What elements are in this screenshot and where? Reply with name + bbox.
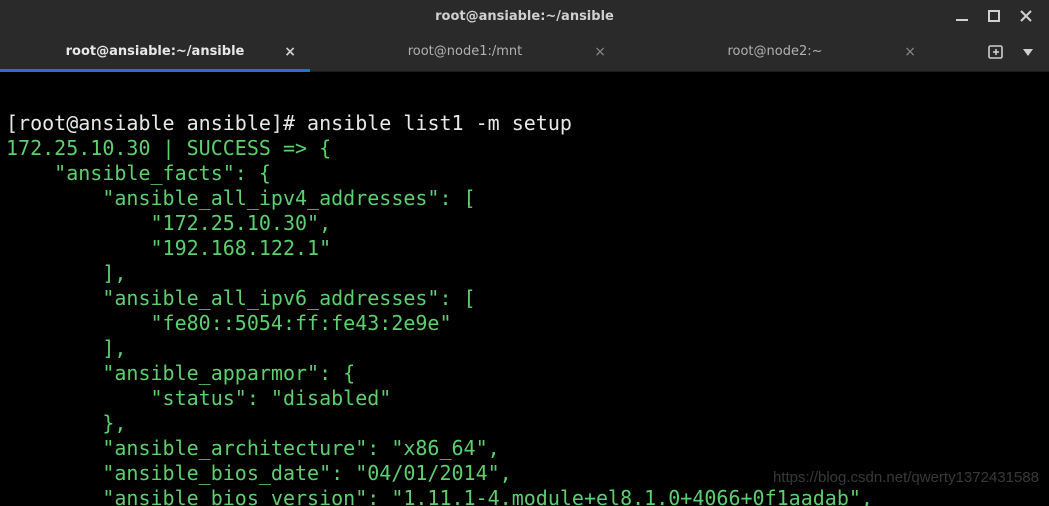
terminal-line: "status": "disabled" bbox=[6, 386, 391, 410]
terminal-line: "ansible_architecture": "x86_64", bbox=[6, 436, 500, 460]
terminal-line: "ansible_all_ipv6_addresses": [ bbox=[6, 286, 476, 310]
terminal-line: "fe80::5054:ff:fe43:2e9e" bbox=[6, 311, 452, 335]
maximize-button[interactable] bbox=[987, 9, 1001, 23]
terminal-line: 172.25.10.30 | SUCCESS => { bbox=[6, 136, 331, 160]
window-titlebar: root@ansiable:~/ansible bbox=[0, 0, 1049, 32]
minimize-button[interactable] bbox=[955, 9, 969, 23]
tab-node2[interactable]: root@node2:~ × bbox=[620, 32, 930, 71]
terminal-line: ], bbox=[6, 336, 126, 360]
tab-label: root@ansiable:~/ansible bbox=[66, 44, 245, 59]
new-tab-icon[interactable] bbox=[987, 43, 1005, 61]
close-button[interactable] bbox=[1019, 9, 1033, 23]
terminal-line: "ansible_facts": { bbox=[6, 161, 271, 185]
terminal-line: "ansible_bios_version": "1.11.1-4.module… bbox=[6, 486, 873, 506]
tab-node1[interactable]: root@node1:/mnt × bbox=[310, 32, 620, 71]
tab-close-icon[interactable]: × bbox=[284, 44, 296, 60]
tab-close-icon[interactable]: × bbox=[594, 44, 606, 60]
terminal-prompt: [root@ansiable ansible]# bbox=[6, 111, 307, 135]
tab-label: root@node2:~ bbox=[727, 44, 822, 59]
terminal-line: "ansible_all_ipv4_addresses": [ bbox=[6, 186, 476, 210]
terminal-output[interactable]: [root@ansiable ansible]# ansible list1 -… bbox=[0, 72, 1049, 506]
tab-bar: root@ansiable:~/ansible × root@node1:/mn… bbox=[0, 32, 1049, 72]
terminal-line: "192.168.122.1" bbox=[6, 236, 331, 260]
terminal-line: "ansible_bios_date": "04/01/2014", bbox=[6, 461, 512, 485]
terminal-line: "ansible_apparmor": { bbox=[6, 361, 355, 385]
tabbar-right-controls bbox=[973, 32, 1049, 71]
tab-close-icon[interactable]: × bbox=[904, 44, 916, 60]
terminal-line: }, bbox=[6, 411, 126, 435]
terminal-line: "172.25.10.30", bbox=[6, 211, 331, 235]
terminal-line: ], bbox=[6, 261, 126, 285]
terminal-command: ansible list1 -m setup bbox=[307, 111, 572, 135]
window-title: root@ansiable:~/ansible bbox=[0, 9, 1049, 24]
tab-ansiable[interactable]: root@ansiable:~/ansible × bbox=[0, 32, 310, 71]
window-controls bbox=[955, 0, 1043, 32]
tab-label: root@node1:/mnt bbox=[408, 44, 523, 59]
menu-dropdown-icon[interactable] bbox=[1021, 45, 1035, 59]
